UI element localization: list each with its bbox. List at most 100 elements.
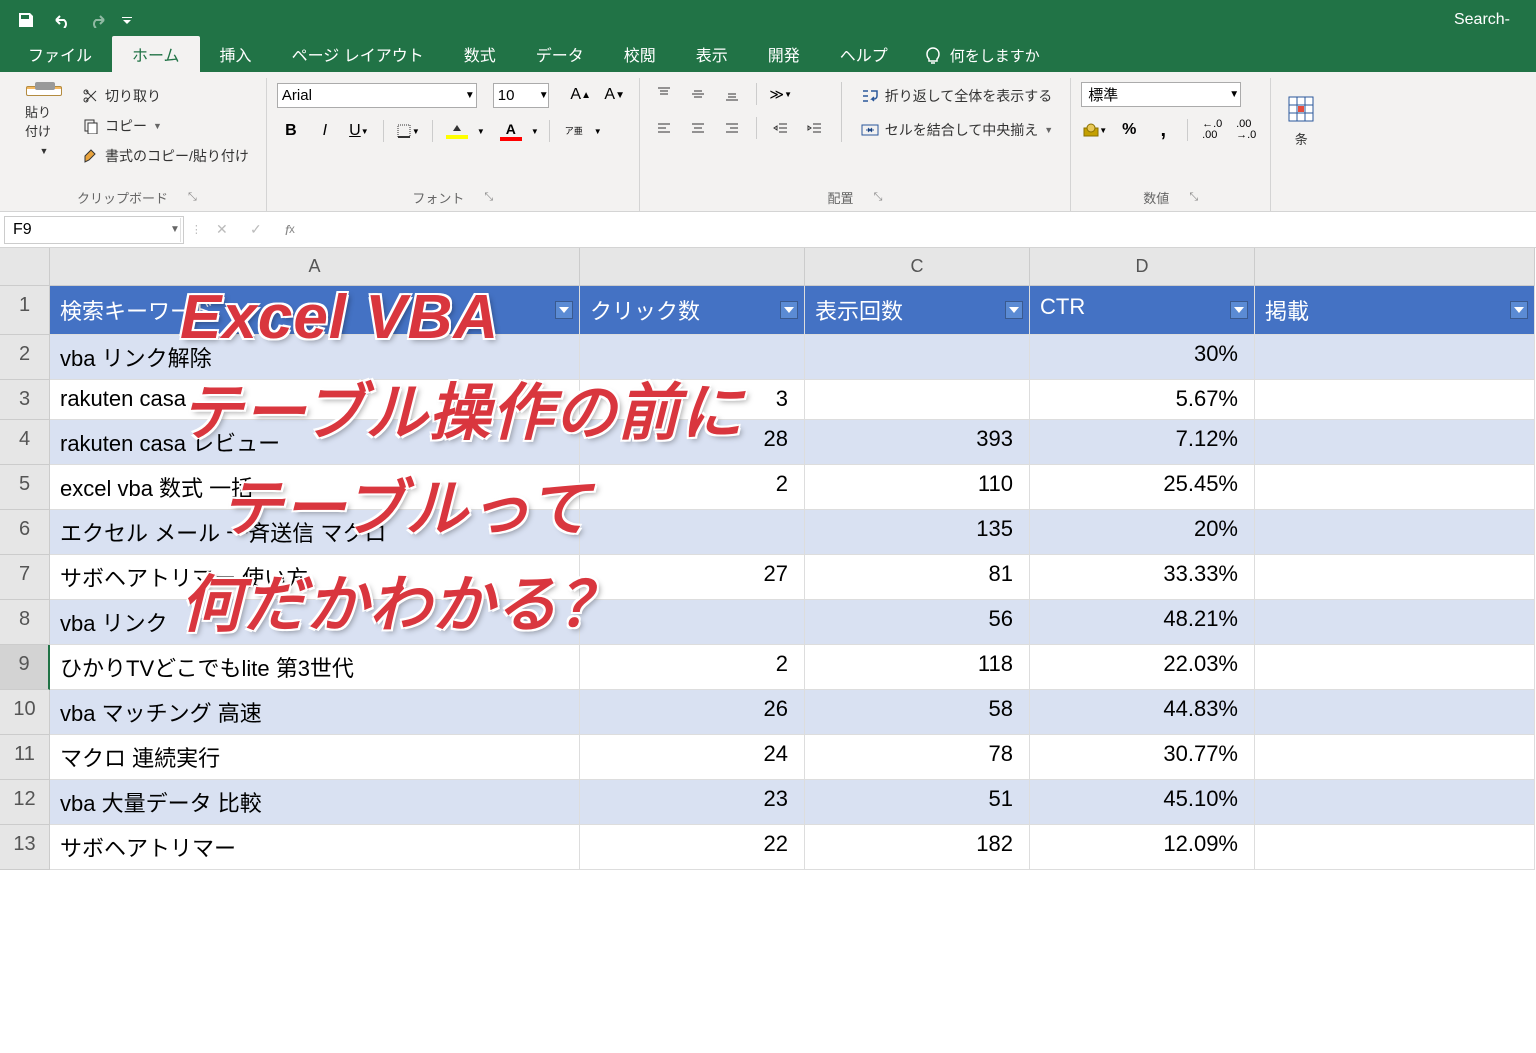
row-header[interactable]: 13	[0, 825, 50, 870]
table-cell[interactable]	[580, 600, 805, 645]
column-header[interactable]: A	[50, 248, 580, 286]
bold-button[interactable]: B	[277, 118, 305, 144]
table-cell[interactable]	[1255, 825, 1535, 870]
copy-button[interactable]: コピー ▼	[76, 112, 256, 140]
table-cell[interactable]: vba リンク解除	[50, 335, 580, 380]
accounting-format-button[interactable]: ▼	[1081, 117, 1109, 143]
orientation-button[interactable]: ≫▼	[767, 82, 795, 106]
table-cell[interactable]	[805, 380, 1030, 420]
border-button[interactable]: ▼	[394, 118, 422, 144]
table-cell[interactable]: vba リンク	[50, 600, 580, 645]
table-cell[interactable]: 2	[580, 645, 805, 690]
tab-insert[interactable]: 挿入	[200, 36, 272, 72]
row-header[interactable]: 3	[0, 380, 50, 420]
tab-file[interactable]: ファイル	[8, 36, 112, 72]
table-cell[interactable]: 26	[580, 690, 805, 735]
undo-button[interactable]	[46, 6, 78, 34]
clipboard-launcher[interactable]: ⤡	[188, 191, 197, 204]
comma-format-button[interactable]: ,	[1149, 117, 1177, 143]
row-header[interactable]: 1	[0, 286, 50, 335]
qat-customize-button[interactable]	[118, 6, 136, 34]
decrease-decimal-button[interactable]: .00→.0	[1232, 117, 1260, 143]
table-cell[interactable]: vba 大量データ 比較	[50, 780, 580, 825]
table-cell[interactable]: 23	[580, 780, 805, 825]
merge-center-button[interactable]: セルを結合して中央揃え ▼	[854, 116, 1061, 144]
format-painter-button[interactable]: 書式のコピー/貼り付け	[76, 142, 256, 170]
table-cell[interactable]	[1255, 335, 1535, 380]
save-button[interactable]	[10, 6, 42, 34]
table-header[interactable]: 検索キーワード	[50, 286, 580, 335]
table-cell[interactable]: 135	[805, 510, 1030, 555]
column-header[interactable]: C	[805, 248, 1030, 286]
table-cell[interactable]: 45.10%	[1030, 780, 1255, 825]
table-cell[interactable]: 2	[580, 465, 805, 510]
table-cell[interactable]: 78	[805, 735, 1030, 780]
tab-review[interactable]: 校閲	[604, 36, 676, 72]
table-cell[interactable]: 22	[580, 825, 805, 870]
table-cell[interactable]: 22.03%	[1030, 645, 1255, 690]
font-name-select[interactable]	[277, 83, 477, 108]
row-header[interactable]: 8	[0, 600, 50, 645]
table-cell[interactable]: ひかりTVどこでもlite 第3世代	[50, 645, 580, 690]
table-cell[interactable]	[1255, 380, 1535, 420]
table-cell[interactable]	[1255, 420, 1535, 465]
table-cell[interactable]	[1255, 510, 1535, 555]
align-left-button[interactable]	[650, 116, 678, 140]
table-cell[interactable]: 110	[805, 465, 1030, 510]
select-all-corner[interactable]	[0, 248, 50, 286]
decrease-indent-button[interactable]	[767, 116, 795, 140]
table-cell[interactable]: エクセル メール 一斉送信 マクロ	[50, 510, 580, 555]
table-cell[interactable]	[1255, 465, 1535, 510]
table-cell[interactable]: excel vba 数式 一括	[50, 465, 580, 510]
alignment-launcher[interactable]: ⤡	[874, 191, 883, 204]
align-center-button[interactable]	[684, 116, 712, 140]
paste-button[interactable]: 貼り付け ▼	[18, 82, 70, 160]
table-header[interactable]: CTR	[1030, 286, 1255, 335]
tab-help[interactable]: ヘルプ	[820, 36, 908, 72]
table-cell[interactable]: 44.83%	[1030, 690, 1255, 735]
tab-data[interactable]: データ	[516, 36, 604, 72]
table-cell[interactable]	[1255, 645, 1535, 690]
filter-dropdown-button[interactable]	[1510, 301, 1528, 319]
table-cell[interactable]: 30%	[1030, 335, 1255, 380]
table-cell[interactable]: 24	[580, 735, 805, 780]
table-cell[interactable]	[805, 335, 1030, 380]
table-header[interactable]: クリック数	[580, 286, 805, 335]
align-right-button[interactable]	[718, 116, 746, 140]
row-header[interactable]: 12	[0, 780, 50, 825]
italic-button[interactable]: I	[311, 118, 339, 144]
redo-button[interactable]	[82, 6, 114, 34]
table-cell[interactable]: 25.45%	[1030, 465, 1255, 510]
table-cell[interactable]: 182	[805, 825, 1030, 870]
conditional-format-button[interactable]: 条	[1281, 82, 1321, 160]
spreadsheet-grid[interactable]: ACD1検索キーワードクリック数表示回数CTR掲載2vba リンク解除30%3r…	[0, 248, 1536, 870]
percent-format-button[interactable]: %	[1115, 117, 1143, 143]
table-cell[interactable]: 30.77%	[1030, 735, 1255, 780]
filter-dropdown-button[interactable]	[555, 301, 573, 319]
tab-pagelayout[interactable]: ページ レイアウト	[272, 36, 444, 72]
table-cell[interactable]: 393	[805, 420, 1030, 465]
font-launcher[interactable]: ⤡	[484, 191, 493, 204]
table-cell[interactable]: rakuten casa レビュー	[50, 420, 580, 465]
column-header[interactable]	[580, 248, 805, 286]
table-cell[interactable]: 20%	[1030, 510, 1255, 555]
wrap-text-button[interactable]: 折り返して全体を表示する	[854, 82, 1061, 110]
fill-color-button[interactable]	[443, 118, 471, 144]
table-cell[interactable]: 58	[805, 690, 1030, 735]
align-top-button[interactable]	[650, 82, 678, 106]
table-cell[interactable]: サボヘアトリマー 使い方	[50, 555, 580, 600]
table-cell[interactable]: 33.33%	[1030, 555, 1255, 600]
increase-font-button[interactable]: A▲	[567, 82, 595, 108]
row-header[interactable]: 10	[0, 690, 50, 735]
align-bottom-button[interactable]	[718, 82, 746, 106]
column-header[interactable]: D	[1030, 248, 1255, 286]
tab-developer[interactable]: 開発	[748, 36, 820, 72]
table-cell[interactable]: 7.12%	[1030, 420, 1255, 465]
filter-dropdown-button[interactable]	[1005, 301, 1023, 319]
table-header[interactable]: 表示回数	[805, 286, 1030, 335]
table-cell[interactable]	[1255, 690, 1535, 735]
row-header[interactable]: 11	[0, 735, 50, 780]
number-launcher[interactable]: ⤡	[1189, 191, 1198, 204]
table-cell[interactable]	[1255, 735, 1535, 780]
row-header[interactable]: 7	[0, 555, 50, 600]
